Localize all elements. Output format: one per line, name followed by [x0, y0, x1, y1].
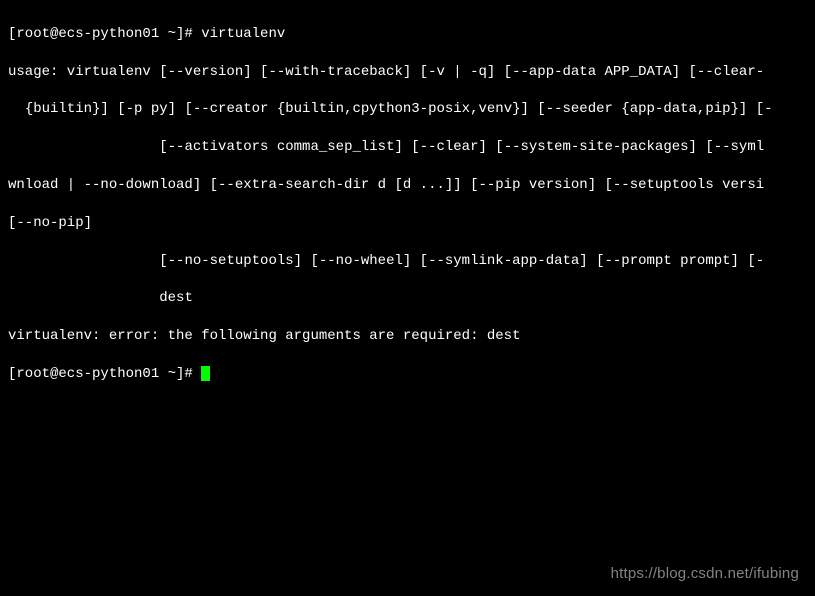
terminal-output[interactable]: [root@ecs-python01 ~]# virtualenv usage:… [0, 0, 815, 409]
terminal-line: [root@ecs-python01 ~]# virtualenv [8, 25, 807, 44]
command-text: virtualenv [201, 26, 285, 42]
terminal-line: {builtin}] [-p py] [--creator {builtin,c… [8, 100, 807, 119]
shell-prompt: [root@ecs-python01 ~]# [8, 26, 201, 42]
terminal-line: [root@ecs-python01 ~]# [8, 365, 807, 384]
terminal-line: [--activators comma_sep_list] [--clear] … [8, 138, 807, 157]
terminal-line: virtualenv: error: the following argumen… [8, 327, 807, 346]
terminal-line: [--no-setuptools] [--no-wheel] [--symlin… [8, 252, 807, 271]
terminal-line: usage: virtualenv [--version] [--with-tr… [8, 63, 807, 82]
terminal-line: wnload | --no-download] [--extra-search-… [8, 176, 807, 195]
terminal-line: [--no-pip] [8, 214, 807, 233]
shell-prompt: [root@ecs-python01 ~]# [8, 366, 201, 382]
cursor-icon [201, 366, 210, 381]
watermark-text: https://blog.csdn.net/ifubing [611, 564, 799, 584]
terminal-line: dest [8, 289, 807, 308]
